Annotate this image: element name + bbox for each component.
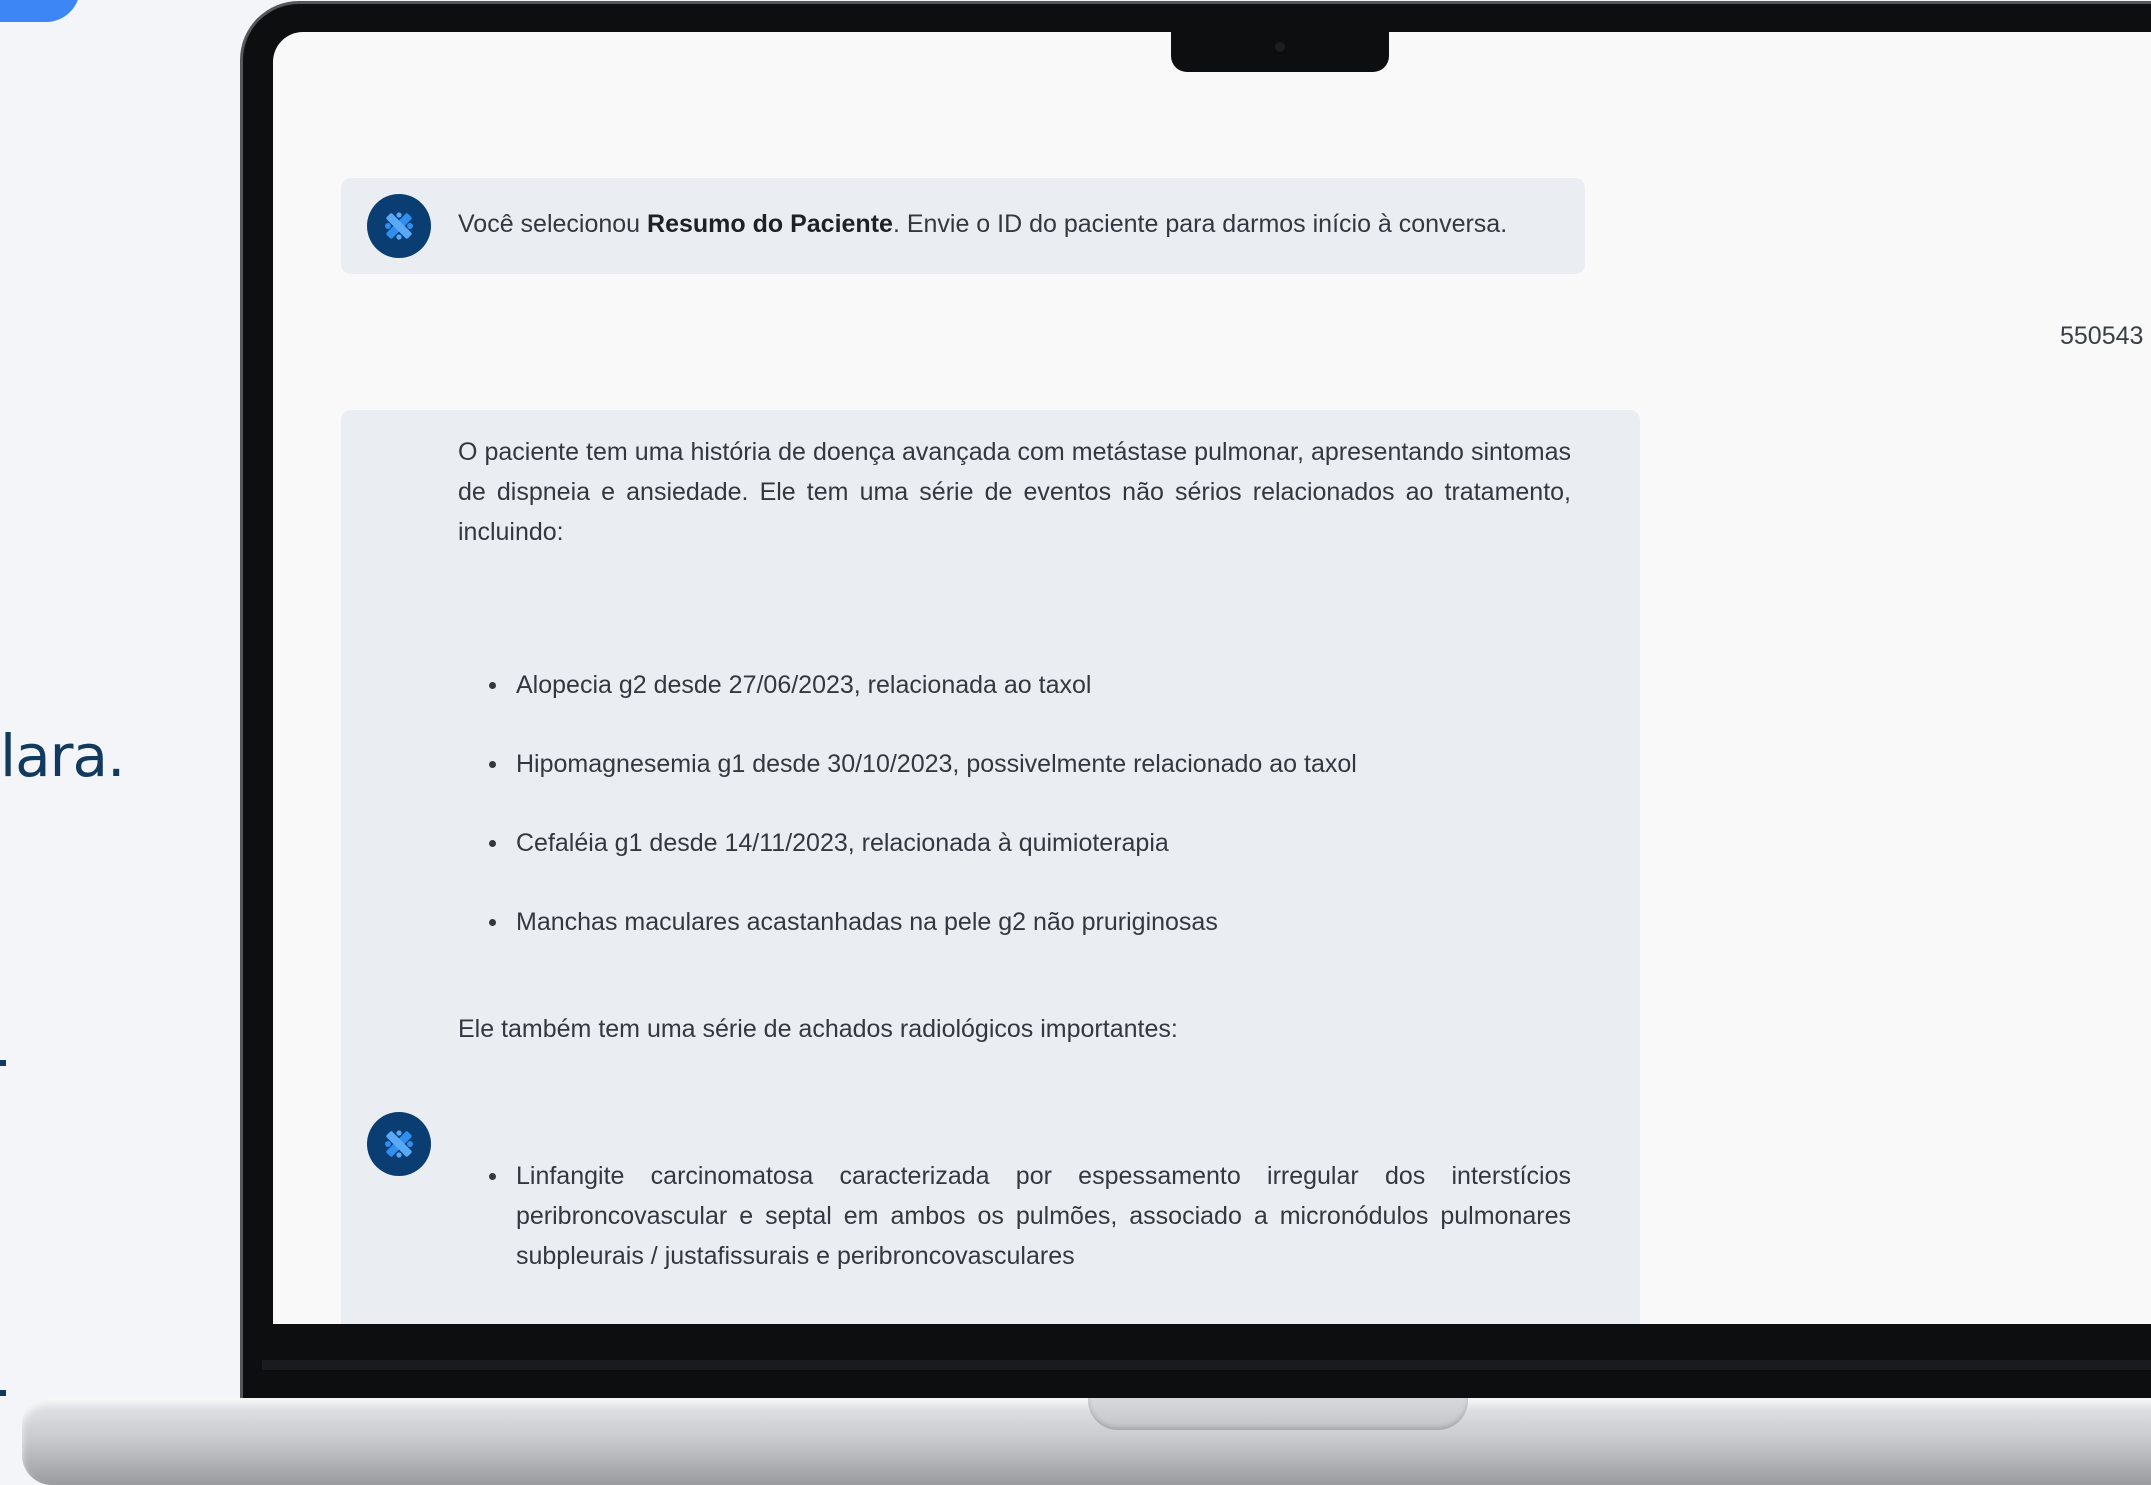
screen-bottom-bezel (262, 1360, 2151, 1370)
list-item: Alopecia g2 desde 27/06/2023, relacionad… (458, 665, 1571, 705)
list-item: Hipomagnesemia g1 desde 30/10/2023, poss… (458, 744, 1571, 784)
radiology-intro: Ele também tem uma série de achados radi… (458, 1015, 1178, 1043)
patient-summary: O paciente tem uma história de doença av… (458, 432, 1571, 1276)
background-text-fragment (0, 1390, 6, 1396)
list-item: Manchas maculares acastanhadas na pele g… (458, 902, 1571, 942)
background-badge (0, 0, 80, 22)
laptop-screen: Você selecionou Resumo do Paciente. Envi… (273, 32, 2151, 1324)
camera-notch (1171, 24, 1389, 72)
list-item: Cefaléia g1 desde 14/11/2023, relacionad… (458, 823, 1571, 863)
assistant-logo-icon (385, 212, 413, 240)
radiology-findings-list: Linfangite carcinomatosa caracterizada p… (458, 1156, 1571, 1276)
scene: lara. Você selecionou Resumo do Paciente… (0, 0, 2151, 1485)
assistant-message: O paciente tem uma história de doença av… (341, 410, 1640, 1324)
assistant-avatar (367, 1112, 431, 1176)
message-text: . Envie o ID do paciente para darmos iní… (892, 210, 1508, 238)
assistant-logo-icon (385, 1130, 413, 1158)
message-text: Você selecionou (458, 210, 648, 238)
camera-icon (1275, 42, 1285, 52)
user-message-patient-id: 550543 (2060, 322, 2144, 350)
background-heading-fragment: lara. (0, 722, 125, 790)
selected-option: Resumo do Paciente (647, 210, 893, 238)
assistant-message-text: Você selecionou Resumo do Paciente. Envi… (458, 210, 1507, 239)
summary-intro: O paciente tem uma história de doença av… (458, 438, 1571, 546)
adverse-events-list: Alopecia g2 desde 27/06/2023, relacionad… (458, 665, 1571, 942)
assistant-avatar (367, 194, 431, 258)
assistant-message: Você selecionou Resumo do Paciente. Envi… (341, 178, 1585, 274)
laptop-opening-groove (1088, 1398, 1468, 1430)
laptop-base (22, 1398, 2151, 1485)
background-text-fragment (0, 1060, 6, 1066)
list-item: Linfangite carcinomatosa caracterizada p… (458, 1156, 1571, 1276)
